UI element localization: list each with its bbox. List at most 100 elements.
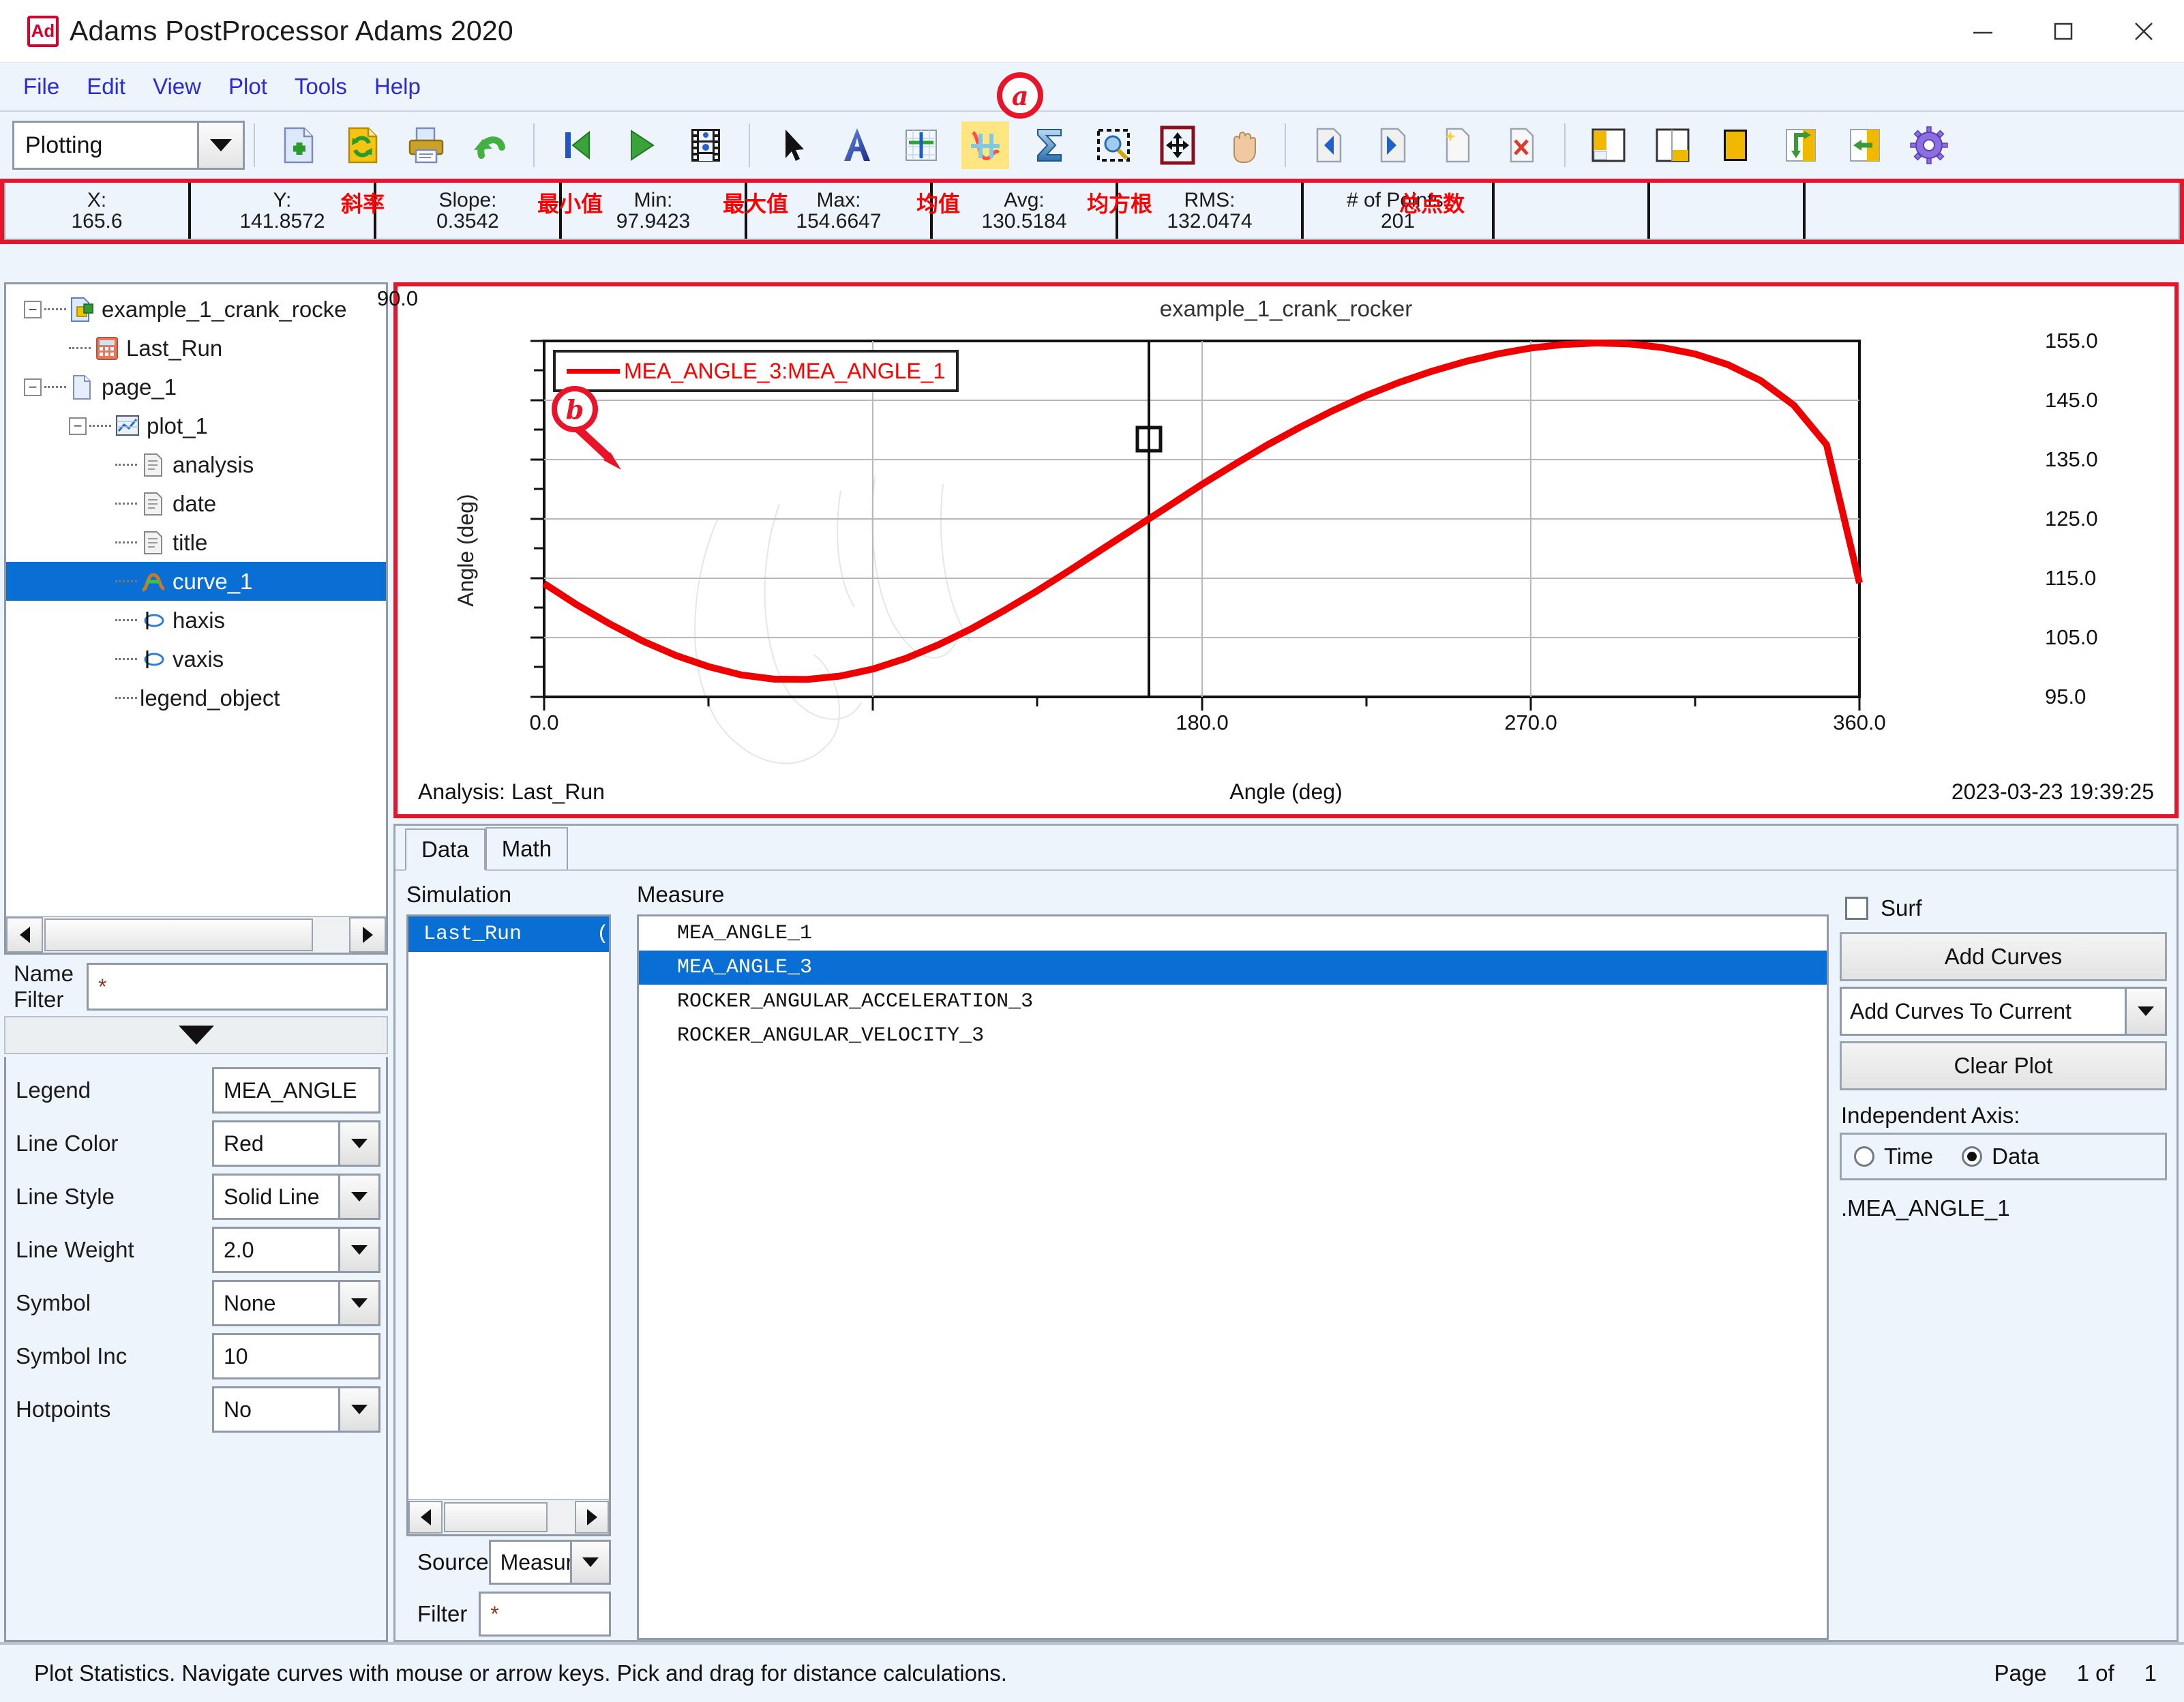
name-filter-input[interactable] xyxy=(87,963,388,1011)
menu-tools[interactable]: Tools xyxy=(281,70,361,104)
page-forward-icon[interactable] xyxy=(1369,121,1417,169)
line-style-combo[interactable]: Solid Line xyxy=(212,1174,380,1220)
list-item[interactable]: ROCKER_ANGULAR_ACCELERATION_3 xyxy=(639,985,1827,1019)
tree-node-last-run[interactable]: Last_Run xyxy=(6,329,386,368)
maximize-button[interactable] xyxy=(2023,0,2104,63)
tree-node-title[interactable]: title xyxy=(6,523,386,562)
plot-statistics-icon[interactable] xyxy=(961,121,1009,169)
scroll-thumb[interactable] xyxy=(44,919,313,951)
scroll-left-button[interactable] xyxy=(6,917,43,953)
radio-data[interactable] xyxy=(1962,1146,1982,1167)
filter-input[interactable]: * xyxy=(479,1592,611,1637)
select-arrow-icon[interactable] xyxy=(769,121,817,169)
tree-node-date[interactable]: date xyxy=(6,484,386,523)
swap-icon[interactable] xyxy=(1777,121,1825,169)
chevron-down-icon[interactable] xyxy=(338,1280,380,1326)
zoom-region-icon[interactable] xyxy=(1090,121,1137,169)
plot-canvas[interactable]: example_1_crank_rocker Angle (deg) 155.0… xyxy=(393,282,2179,818)
symbol-combo[interactable]: None xyxy=(212,1280,380,1326)
math-sum-icon[interactable] xyxy=(1026,121,1073,169)
translate-icon[interactable] xyxy=(1154,121,1201,169)
menu-view[interactable]: View xyxy=(139,70,215,104)
radio-time[interactable] xyxy=(1854,1146,1874,1167)
first-frame-icon[interactable] xyxy=(554,121,601,169)
line-weight-combo[interactable]: 2.0 xyxy=(212,1227,380,1273)
delete-page-icon[interactable] xyxy=(1497,121,1545,169)
chevron-down-icon[interactable] xyxy=(338,1386,380,1433)
tab-data[interactable]: Data xyxy=(405,828,485,871)
list-item[interactable]: ROCKER_ANGULAR_VELOCITY_3 xyxy=(639,1019,1827,1053)
scroll-left-button[interactable] xyxy=(408,1501,443,1534)
pan-hand-icon[interactable] xyxy=(1218,121,1266,169)
tree-node-haxis[interactable]: haxis xyxy=(6,601,386,640)
mode-select-combo[interactable]: Plotting xyxy=(12,121,243,170)
new-page-icon[interactable] xyxy=(274,121,322,169)
measure-list[interactable]: MEA_ANGLE_1 MEA_ANGLE_3 ROCKER_ANGULAR_A… xyxy=(637,914,1829,1640)
page-back-icon[interactable] xyxy=(1305,121,1353,169)
menu-help[interactable]: Help xyxy=(361,70,434,104)
chevron-down-icon[interactable] xyxy=(197,121,245,170)
symbol-inc-input[interactable]: 10 xyxy=(212,1333,380,1379)
panel-collapse-toggle[interactable] xyxy=(4,1016,388,1054)
expander-icon[interactable]: − xyxy=(24,378,42,396)
settings-gear-icon[interactable] xyxy=(1905,121,1953,169)
source-combo[interactable]: Measures xyxy=(489,1540,611,1585)
add-curves-button[interactable]: Add Curves xyxy=(1840,932,2167,981)
tree-node-curve-1[interactable]: curve_1 xyxy=(6,562,386,601)
clear-plot-button[interactable]: Clear Plot xyxy=(1840,1041,2167,1090)
tree-node-vaxis[interactable]: vaxis xyxy=(6,640,386,678)
tree-node-page-1[interactable]: − page_1 xyxy=(6,368,386,406)
surf-checkbox[interactable] xyxy=(1845,897,1868,920)
tab-math[interactable]: Math xyxy=(485,827,568,869)
layout-split-icon[interactable] xyxy=(1649,121,1696,169)
scroll-right-button[interactable] xyxy=(575,1501,609,1534)
chevron-down-icon[interactable] xyxy=(338,1120,380,1167)
layout-two-icon[interactable] xyxy=(1585,121,1632,169)
model-tree[interactable]: − example_1_crank_rocke xyxy=(4,282,388,955)
scroll-right-button[interactable] xyxy=(349,917,386,953)
menu-file[interactable]: File xyxy=(10,70,73,104)
chevron-down-icon[interactable] xyxy=(338,1174,380,1220)
simulation-list[interactable]: Last_Run (2023- xyxy=(406,914,611,1536)
reload-icon[interactable] xyxy=(338,121,386,169)
tree-node-label: title xyxy=(173,530,207,556)
stat-label: Avg: xyxy=(1004,190,1045,211)
scroll-thumb[interactable] xyxy=(444,1502,548,1532)
chevron-down-icon[interactable] xyxy=(2125,987,2167,1036)
chevron-down-icon[interactable] xyxy=(338,1227,380,1273)
menu-bar: File Edit View Plot Tools Help xyxy=(0,63,2184,110)
layout-single-icon[interactable] xyxy=(1713,121,1761,169)
move-left-icon[interactable] xyxy=(1841,121,1889,169)
list-item[interactable]: MEA_ANGLE_1 xyxy=(639,916,1827,951)
plot-legend[interactable]: MEA_ANGLE_3:MEA_ANGLE_1 xyxy=(553,350,959,392)
expander-icon[interactable]: − xyxy=(69,417,87,435)
menu-plot[interactable]: Plot xyxy=(215,70,281,104)
hotpoints-combo[interactable]: No xyxy=(212,1386,380,1433)
chevron-down-icon[interactable] xyxy=(570,1540,611,1585)
expander-icon[interactable]: − xyxy=(24,301,42,318)
y-tick-label: 135.0 xyxy=(2045,447,2174,472)
minimize-button[interactable] xyxy=(1943,0,2023,63)
list-item[interactable]: MEA_ANGLE_3 xyxy=(639,951,1827,985)
text-tool-icon[interactable] xyxy=(833,121,881,169)
undo-icon[interactable] xyxy=(466,121,514,169)
line-color-combo[interactable]: Red xyxy=(212,1120,380,1167)
tree-node-analysis[interactable]: analysis xyxy=(6,445,386,484)
axis-tool-icon[interactable] xyxy=(897,121,945,169)
menu-edit[interactable]: Edit xyxy=(73,70,139,104)
tree-horizontal-scrollbar[interactable] xyxy=(6,916,386,953)
print-icon[interactable] xyxy=(402,121,450,169)
play-icon[interactable] xyxy=(618,121,665,169)
simulation-horizontal-scrollbar[interactable] xyxy=(408,1499,609,1534)
new-page2-icon[interactable] xyxy=(1433,121,1481,169)
legend-input[interactable]: MEA_ANGLE xyxy=(212,1067,380,1114)
tree-node-legend-object[interactable]: legend_object xyxy=(6,678,386,717)
list-item[interactable]: Last_Run (2023- xyxy=(408,916,609,952)
close-button[interactable] xyxy=(2104,0,2184,63)
tree-node-example-1-crank-rocker[interactable]: − example_1_crank_rocke xyxy=(6,290,386,329)
tree-node-plot-1[interactable]: − plot_1 xyxy=(6,406,386,445)
page-total: 1 xyxy=(2144,1660,2157,1686)
animation-icon[interactable] xyxy=(682,121,730,169)
surf-checkbox-row[interactable]: Surf xyxy=(1840,887,2167,929)
add-curves-to-combo[interactable]: Add Curves To Current xyxy=(1840,987,2167,1036)
